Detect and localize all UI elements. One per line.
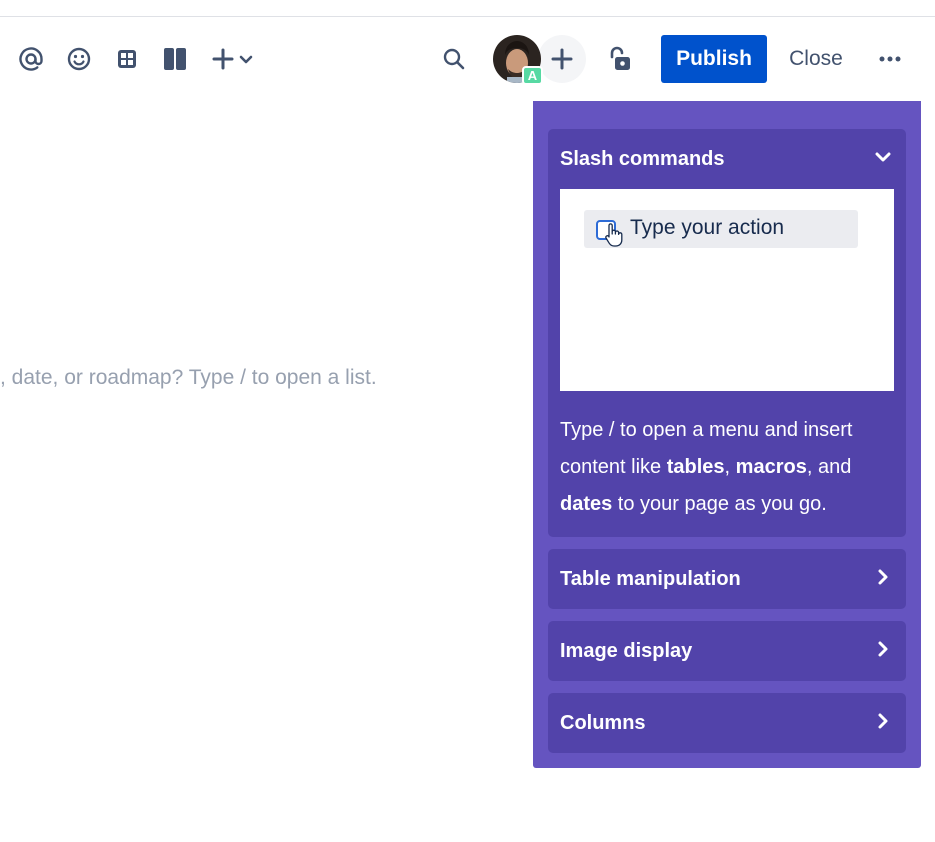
unlock-icon[interactable]	[602, 42, 636, 76]
section-columns[interactable]: Columns	[548, 693, 906, 753]
pointer-hand-icon	[605, 223, 623, 247]
help-panel: Slash commands Type your action Type / t…	[533, 101, 921, 768]
chevron-right-icon	[878, 569, 888, 585]
emoji-icon[interactable]	[62, 42, 96, 76]
section-header-table-manipulation[interactable]: Table manipulation	[548, 549, 906, 609]
chevron-down-icon	[875, 152, 891, 162]
desc-bold: tables	[666, 456, 725, 478]
editor-placeholder[interactable]: , date, or roadmap? Type / to open a lis…	[0, 366, 377, 390]
chevron-right-icon	[878, 641, 888, 657]
section-slash-commands: Slash commands Type your action Type / t…	[548, 129, 906, 537]
section-title: Image display	[560, 639, 693, 662]
desc-bold: dates	[560, 493, 613, 515]
preview-action-text: Type your action	[630, 216, 785, 239]
more-icon[interactable]	[873, 42, 907, 76]
add-collaborator-button[interactable]	[538, 35, 586, 83]
section-title: Slash commands	[560, 147, 725, 170]
mention-icon[interactable]	[14, 42, 48, 76]
top-divider	[0, 16, 935, 17]
dropdown-chevron-icon[interactable]	[232, 42, 260, 76]
section-image-display[interactable]: Image display	[548, 621, 906, 681]
desc-text: ,	[724, 456, 736, 478]
chevron-right-icon	[878, 713, 888, 729]
section-header-columns[interactable]: Columns	[548, 693, 906, 753]
plus-icon	[551, 48, 573, 70]
publish-button[interactable]: Publish	[661, 35, 767, 83]
slash-command-preview: Type your action	[560, 189, 894, 391]
layout-icon[interactable]	[158, 42, 192, 76]
desc-text: , and	[806, 456, 852, 478]
section-header-slash-commands[interactable]: Slash commands	[548, 129, 906, 189]
desc-text: to your page as you go.	[612, 493, 827, 515]
table-icon[interactable]	[110, 42, 144, 76]
section-header-image-display[interactable]: Image display	[548, 621, 906, 681]
search-icon[interactable]	[437, 42, 471, 76]
avatar-badge: A	[522, 66, 543, 85]
section-table-manipulation[interactable]: Table manipulation	[548, 549, 906, 609]
preview-action-item: Type your action	[584, 210, 858, 248]
section-title: Table manipulation	[560, 567, 741, 590]
close-button[interactable]: Close	[780, 35, 852, 83]
desc-bold: macros	[735, 456, 807, 478]
slash-commands-description: Type / to open a menu and insert content…	[560, 412, 900, 523]
section-title: Columns	[560, 711, 646, 734]
